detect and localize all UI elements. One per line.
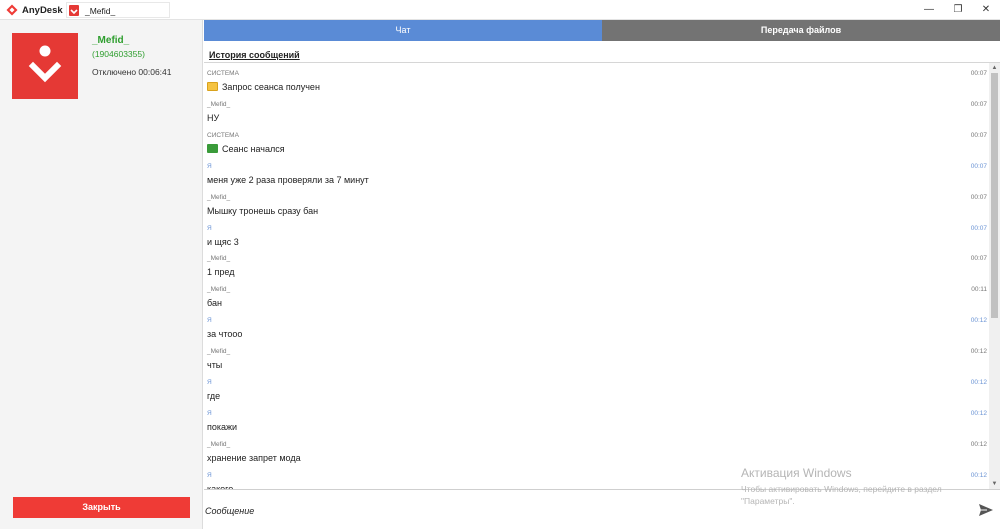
chat-message: _Mefid_ 00:07 НУ bbox=[204, 94, 989, 125]
scroll-down-icon[interactable]: ▼ bbox=[989, 479, 1000, 489]
chat-message: Я 00:07 и щяс 3 bbox=[204, 218, 989, 249]
message-sender: Я bbox=[207, 471, 212, 479]
message-time: 00:12 bbox=[970, 379, 987, 386]
message-sender: _Mefid_ bbox=[207, 193, 231, 201]
session-tab-label: _Mefid_ bbox=[85, 6, 116, 16]
chat-message: Я 00:07 меня уже 2 раза проверяли за 7 мин… bbox=[204, 156, 989, 187]
message-time: 00:12 bbox=[970, 348, 987, 356]
message-time: 00:12 bbox=[970, 440, 987, 448]
message-sender: _Mefid_ bbox=[207, 100, 231, 108]
tab-chat[interactable]: Чат bbox=[204, 20, 602, 41]
anydesk-avatar-icon bbox=[28, 45, 62, 83]
message-text: и щяс 3 bbox=[207, 236, 239, 247]
message-text: где bbox=[207, 391, 221, 401]
message-time: 00:07 bbox=[970, 100, 987, 108]
chat-message: СИСТЕМА 00:07 Запрос сеанса получен bbox=[204, 63, 989, 94]
book-icon bbox=[207, 82, 218, 91]
message-text: хранение запрет мода bbox=[207, 452, 301, 463]
chat-message: _Mefid_ 00:12 хранение запрет мода bbox=[204, 434, 989, 465]
message-text: за чтооо bbox=[207, 329, 243, 340]
chat-message: Я 00:12 за чтооо bbox=[204, 310, 989, 341]
chat-message: Я 00:12 где bbox=[204, 372, 989, 403]
anydesk-logo-icon bbox=[6, 4, 18, 16]
message-sender: _Mefid_ bbox=[207, 348, 231, 356]
message-sender: СИСТЕМА bbox=[207, 70, 239, 77]
scroll-up-icon[interactable]: ▲ bbox=[989, 63, 1000, 73]
chat-message: Я 00:12 покажи bbox=[204, 403, 989, 434]
chat-message: _Mefid_ 00:07 1 пред bbox=[204, 248, 989, 279]
peer-panel: _Mefid_ (1904603355) Отключено 00:06:41 … bbox=[0, 20, 203, 529]
message-sender: _Mefid_ bbox=[207, 286, 231, 294]
message-time: 00:07 bbox=[970, 224, 987, 232]
message-time: 00:07 bbox=[970, 131, 987, 139]
history-title: История сообщений bbox=[209, 50, 300, 60]
message-text: Запрос сеанса получен bbox=[222, 82, 320, 92]
title-bar: AnyDesk _Mefid_ — ❐ ✕ bbox=[0, 0, 1000, 20]
message-sender: Я bbox=[207, 317, 212, 325]
message-time: 00:07 bbox=[970, 70, 987, 77]
message-time: 00:07 bbox=[970, 255, 987, 263]
connection-status: Отключено 00:06:41 bbox=[92, 67, 172, 77]
message-time: 00:07 bbox=[970, 162, 987, 170]
peer-id: (1904603355) bbox=[92, 49, 145, 59]
message-sender: Я bbox=[207, 379, 212, 386]
session-tab[interactable]: _Mefid_ bbox=[66, 2, 170, 18]
message-time: 00:12 bbox=[970, 317, 987, 325]
scroll-thumb[interactable] bbox=[991, 73, 998, 318]
message-text: НУ bbox=[207, 112, 220, 123]
chat-message: СИСТЕМА 00:07 Сеанс начался bbox=[204, 125, 989, 156]
message-text: чты bbox=[207, 360, 223, 371]
message-sender: _Mefid_ bbox=[207, 255, 231, 263]
message-time: 00:12 bbox=[970, 471, 987, 479]
send-icon[interactable] bbox=[978, 502, 994, 518]
message-time: 00:12 bbox=[970, 409, 987, 417]
message-sender: Я bbox=[207, 224, 212, 232]
message-sender: _Mefid_ bbox=[207, 440, 231, 448]
message-text: меня уже 2 раза проверяли за 7 минут bbox=[207, 174, 369, 185]
chat-log[interactable]: СИСТЕМА 00:07 Запрос сеанса получен _Mefid_… bbox=[204, 63, 989, 489]
chat-scrollbar[interactable]: ▲ ▼ bbox=[989, 63, 1000, 489]
tab-bar: Чат Передача файлов bbox=[204, 20, 1000, 41]
message-text: Мышку тронешь сразу бан bbox=[207, 205, 319, 216]
screen-icon bbox=[207, 143, 218, 153]
message-sender: Я bbox=[207, 162, 212, 170]
message-text: бан bbox=[207, 298, 222, 309]
anydesk-tab-icon bbox=[69, 5, 79, 16]
window-close-button[interactable]: ✕ bbox=[973, 2, 999, 18]
close-session-button[interactable]: Закрыть bbox=[13, 497, 190, 518]
windows-activation-title: Активация Windows bbox=[741, 466, 852, 480]
message-sender: СИСТЕМА bbox=[207, 131, 239, 139]
peer-name: _Mefid_ bbox=[92, 35, 130, 46]
chat-message: _Mefid_ 00:11 бан bbox=[204, 279, 989, 310]
message-text: покажи bbox=[207, 421, 238, 432]
restore-button[interactable]: ❐ bbox=[945, 2, 971, 18]
minimize-button[interactable]: — bbox=[916, 2, 942, 18]
message-text: 1 пред bbox=[207, 267, 235, 278]
message-sender: Я bbox=[207, 409, 212, 417]
chat-message: _Mefid_ 00:12 чты bbox=[204, 341, 989, 372]
message-time: 00:07 bbox=[970, 193, 987, 201]
tab-file-transfer[interactable]: Передача файлов bbox=[602, 20, 1000, 41]
app-name: AnyDesk bbox=[22, 5, 63, 16]
message-text: Сеанс начался bbox=[222, 143, 285, 154]
message-time: 00:11 bbox=[971, 286, 987, 294]
chat-message: _Mefid_ 00:07 Мышку тронешь сразу бан bbox=[204, 187, 989, 218]
windows-activation-subtitle: Чтобы активировать Windows, перейдите в … bbox=[741, 484, 942, 506]
peer-avatar bbox=[12, 33, 78, 99]
